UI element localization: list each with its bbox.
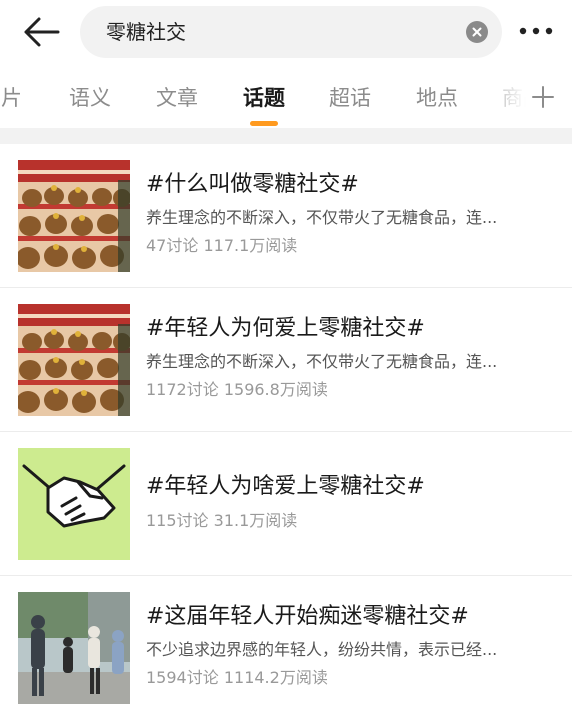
- tab-topics[interactable]: 话题: [243, 84, 285, 112]
- handshake-image: [18, 448, 130, 560]
- discussion-count: 115讨论: [146, 511, 209, 530]
- read-count: 31.1万阅读: [213, 511, 298, 530]
- topic-row[interactable]: #这届年轻人开始痴迷零糖社交# 不少追求边界感的年轻人，纷纷共情，表示已经...…: [0, 576, 572, 720]
- tab-images[interactable]: 图片: [0, 84, 22, 112]
- topic-title: #年轻人为何爱上零糖社交#: [146, 316, 425, 341]
- topic-row[interactable]: #什么叫做零糖社交# 养生理念的不断深入，不仅带火了无糖食品，连... 47讨论…: [0, 144, 572, 288]
- clear-icon[interactable]: [466, 21, 488, 43]
- discussion-count: 1172讨论: [146, 380, 219, 399]
- topic-meta: 1594讨论 1114.2万阅读: [146, 667, 328, 689]
- top-bar: 零糖社交: [0, 0, 572, 62]
- topic-title: #年轻人为啥爱上零糖社交#: [146, 474, 425, 499]
- topic-title: #这届年轻人开始痴迷零糖社交#: [146, 604, 469, 629]
- discussion-count: 47讨论: [146, 236, 199, 255]
- search-input[interactable]: 零糖社交: [106, 19, 186, 45]
- capybara-plush-image: [18, 304, 130, 416]
- discussion-count: 1594讨论: [146, 668, 219, 687]
- topic-row[interactable]: #年轻人为啥爱上零糖社交# 115讨论 31.1万阅读: [0, 432, 572, 576]
- back-arrow-icon[interactable]: [22, 14, 62, 50]
- section-divider: [0, 128, 572, 144]
- plus-icon[interactable]: [530, 84, 556, 110]
- topic-desc: 养生理念的不断深入，不仅带火了无糖食品，连...: [146, 352, 498, 371]
- read-count: 1114.2万阅读: [223, 668, 328, 687]
- tab-places[interactable]: 地点: [416, 84, 458, 112]
- people-walking-photo: [18, 592, 130, 704]
- tab-bar: 图片 语义 文章 话题 超话 地点 商品: [0, 66, 572, 128]
- topic-meta: 1172讨论 1596.8万阅读: [146, 379, 328, 401]
- topic-desc: 不少追求边界感的年轻人，纷纷共情，表示已经...: [146, 640, 498, 659]
- topic-meta: 47讨论 117.1万阅读: [146, 235, 297, 257]
- capybara-plush-image: [18, 160, 130, 272]
- topic-meta: 115讨论 31.1万阅读: [146, 510, 297, 532]
- topic-desc: 养生理念的不断深入，不仅带火了无糖食品，连...: [146, 208, 498, 227]
- read-count: 1596.8万阅读: [223, 380, 328, 399]
- topic-title: #什么叫做零糖社交#: [146, 172, 359, 197]
- active-tab-indicator: [250, 121, 278, 126]
- topic-row[interactable]: #年轻人为何爱上零糖社交# 养生理念的不断深入，不仅带火了无糖食品，连... 1…: [0, 288, 572, 432]
- search-box[interactable]: 零糖社交: [80, 6, 502, 58]
- tabs-fade: [470, 66, 572, 128]
- tab-articles[interactable]: 文章: [156, 84, 198, 112]
- read-count: 117.1万阅读: [203, 236, 298, 255]
- more-dots-icon[interactable]: [516, 20, 556, 42]
- tab-super-topics[interactable]: 超话: [329, 84, 371, 112]
- tab-semantic[interactable]: 语义: [69, 84, 111, 112]
